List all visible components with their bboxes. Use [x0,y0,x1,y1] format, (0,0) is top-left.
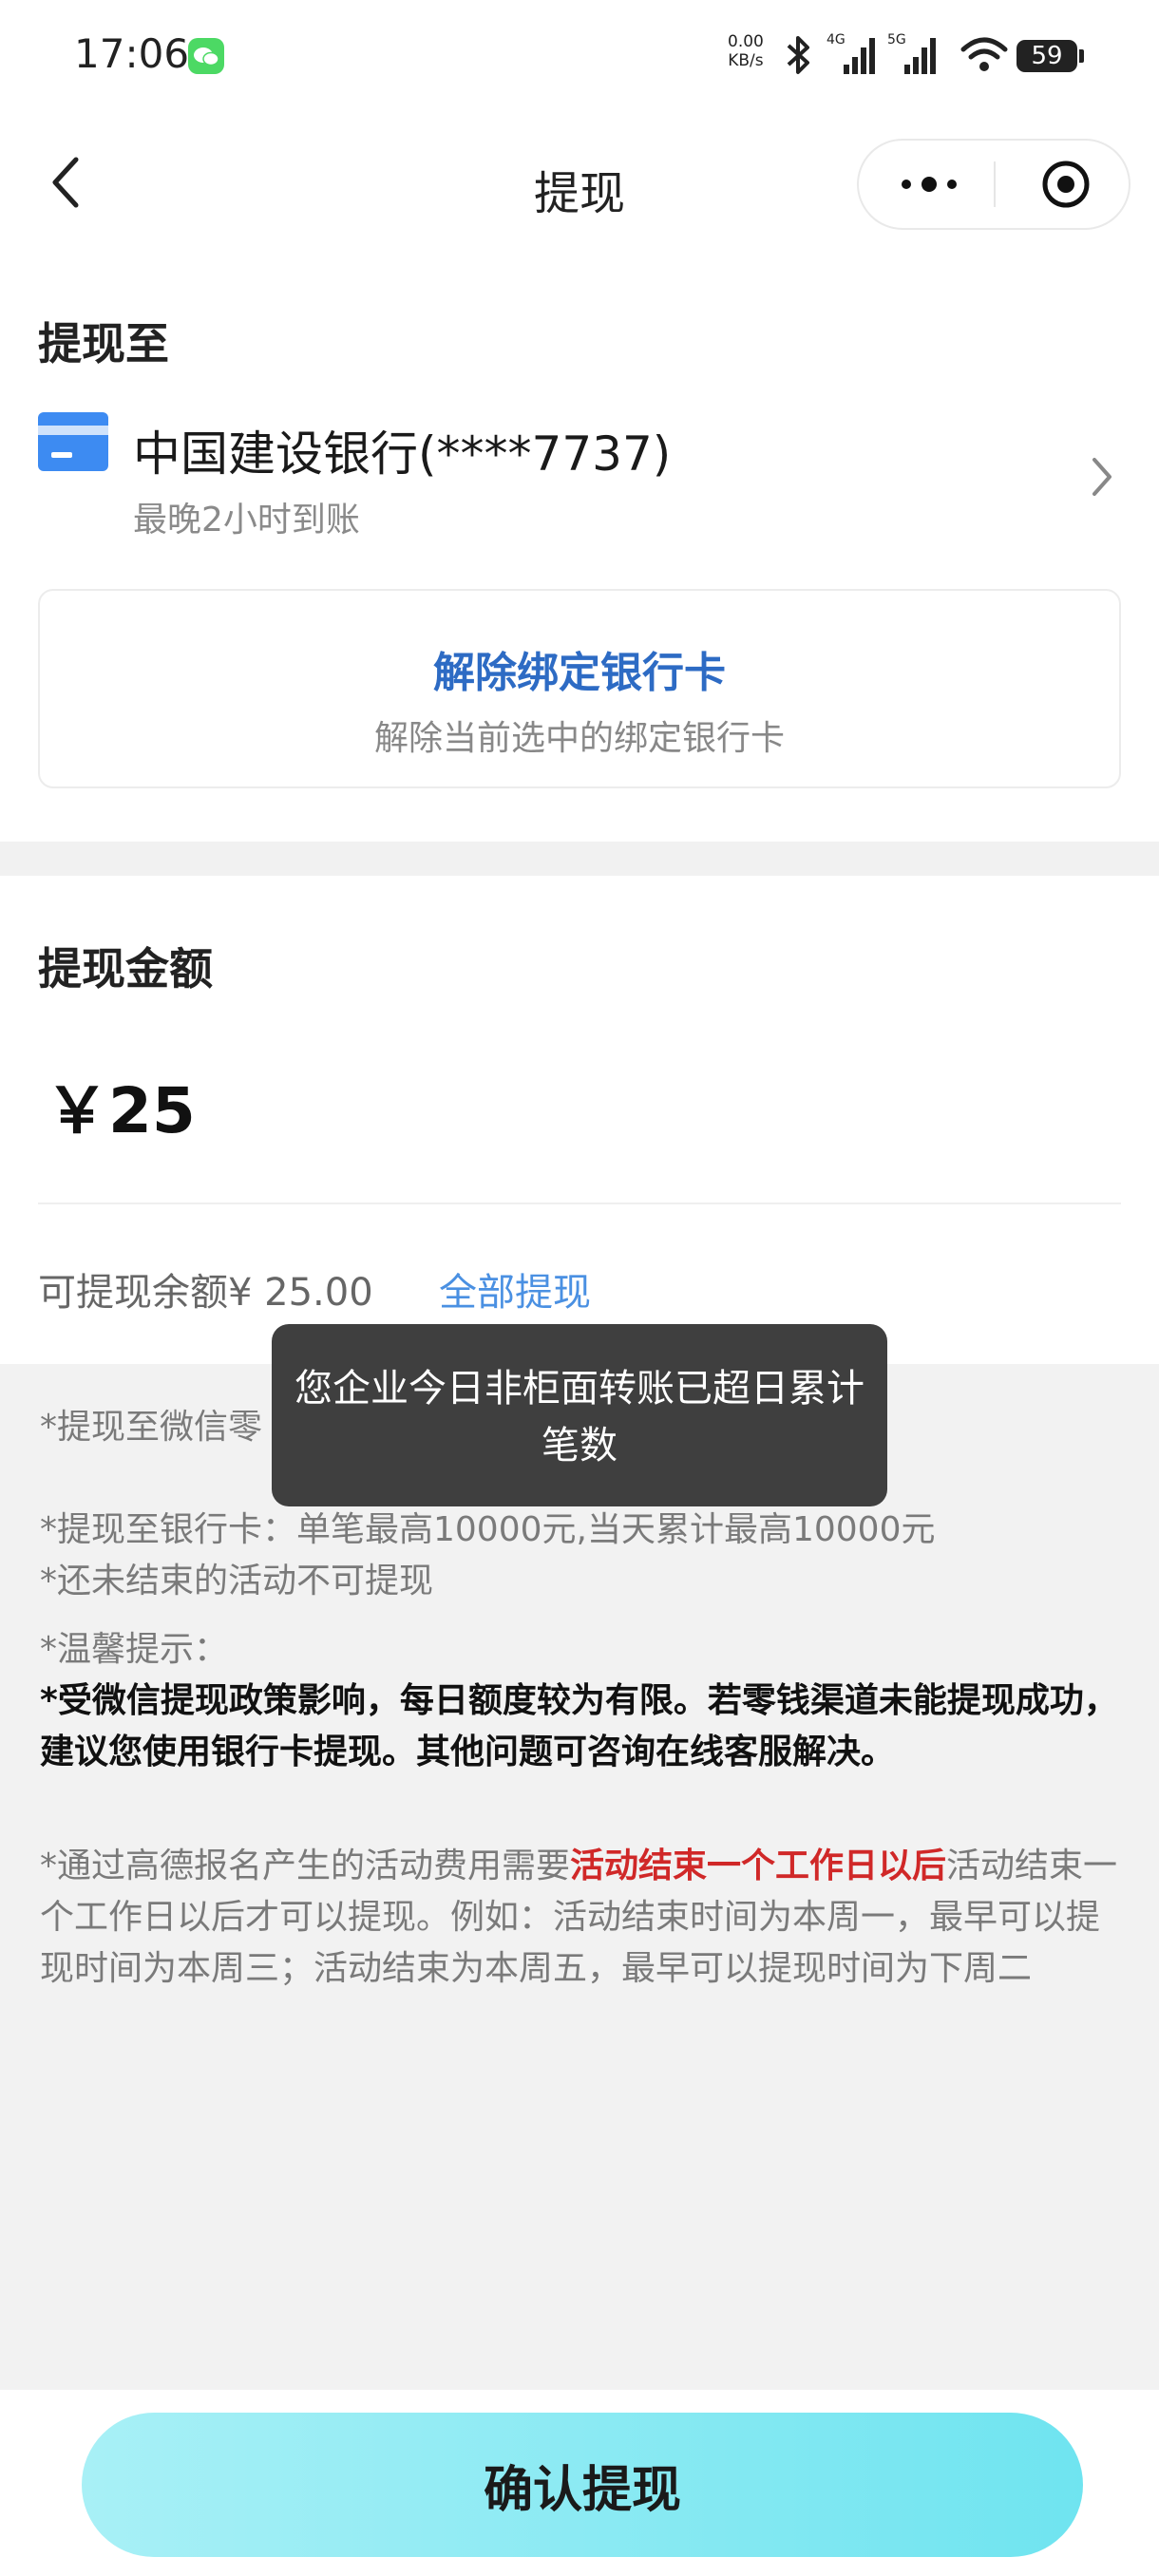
back-arrow-icon[interactable] [46,152,84,217]
withdraw-to-title: 提现至 [38,318,169,369]
close-miniapp-icon[interactable] [1039,158,1092,215]
wifi-icon [960,36,1009,78]
bank-account-name[interactable]: 中国建设银行(****7737) [133,416,671,484]
amount-input[interactable]: ￥25 [46,1060,196,1151]
note-highlight: 活动结束一个工作日以后 [570,1847,947,1885]
battery-indicator: 59 [1016,40,1077,72]
signal-5g-icon: 5G [887,32,940,82]
note-activity-unfinished: *还未结束的活动不可提现 [40,1562,434,1601]
available-balance: 可提现余额¥ 25.00 [38,1271,373,1315]
confirm-withdraw-button[interactable]: 确认提现 [82,2413,1083,2557]
note-activity-fees: *通过高德报名产生的活动费用需要活动结束一个工作日以后活动结束一个工作日以后才可… [40,1847,1118,1988]
amount-divider [38,1203,1121,1204]
toast-message: 您企业今日非柜面转账已超日累计笔数 [294,1367,864,1468]
more-options-icon[interactable] [899,175,960,198]
network-speed: 0.00 KB/s [728,32,764,70]
unbind-card-description: 解除当前选中的绑定银行卡 [373,719,785,758]
signal-4g-icon: 4G [826,32,880,82]
capsule-divider [994,161,996,207]
bluetooth-icon [781,34,815,80]
wechat-notification-icon [188,38,224,74]
arrival-time-note: 最晚2小时到账 [133,501,360,540]
amount-title: 提现金额 [38,943,213,994]
section-divider [0,842,1159,876]
status-time: 17:06 [74,30,190,77]
battery-tip [1079,49,1084,63]
bank-card-icon [38,412,108,471]
withdraw-all-link[interactable]: 全部提现 [439,1261,591,1316]
unbind-card-title[interactable]: 解除绑定银行卡 [38,638,1121,699]
chevron-right-icon[interactable] [1089,454,1115,503]
svg-text:4G: 4G [826,32,846,47]
tip-label: *温馨提示： [40,1630,229,1669]
svg-text:5G: 5G [887,32,906,47]
tip-policy-text: *受微信提现政策影响，每日额度较为有限。若零钱渠道未能提现成功，建议您使用银行卡… [40,1681,1118,1771]
note-bank-limit: *提现至银行卡：单笔最高10000元,当天累计最高10000元 [40,1510,936,1549]
